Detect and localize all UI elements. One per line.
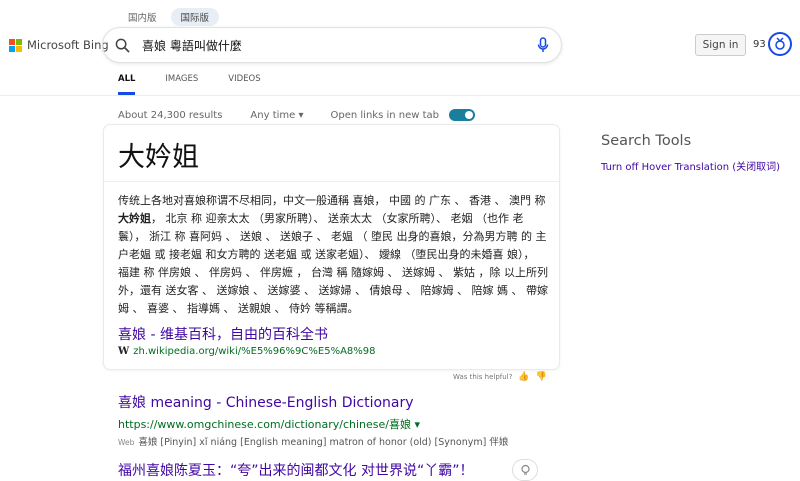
chevron-down-icon: ▾: [298, 109, 304, 121]
brand-name: Microsoft Bing: [27, 38, 109, 52]
results-meta: About 24,300 results Any time ▾ Open lin…: [118, 109, 476, 121]
result-title[interactable]: 福州喜娘陈夏玉：“夸”出来的闽都文化 对世界说“丫霸”！: [118, 460, 473, 480]
tab-images[interactable]: IMAGES: [165, 74, 198, 95]
web-label: Web: [118, 438, 135, 447]
bing-logo[interactable]: Microsoft Bing: [9, 38, 109, 52]
answer-body: 传统上各地对喜娘称谓不尽相同，中文一般通稱 喜娘， 中國 的 广东 、 香港 、…: [118, 194, 548, 315]
scope-tabs: ALL IMAGES VIDEOS: [118, 74, 261, 95]
result-item: 福州喜娘陈夏玉：“夸”出来的闽都文化 对世界说“丫霸”！: [118, 460, 473, 480]
search-icon[interactable]: [115, 38, 130, 53]
rewards-medal-icon[interactable]: [768, 32, 792, 56]
helpful-feedback: Was this helpful? 👍 👎: [453, 372, 547, 382]
result-title[interactable]: 喜娘 meaning - Chinese-English Dictionary: [118, 392, 508, 412]
helpful-label: Was this helpful?: [453, 373, 513, 381]
result-url[interactable]: https://www.omgchinese.com/dictionary/ch…: [118, 416, 508, 432]
search-box[interactable]: [103, 28, 561, 62]
header-divider: [0, 95, 800, 96]
anytime-filter[interactable]: Any time ▾: [250, 110, 303, 121]
answer-source-link[interactable]: 喜娘 - 维基百科，自由的百科全书: [118, 324, 328, 344]
tab-videos[interactable]: VIDEOS: [228, 74, 260, 95]
result-item: 喜娘 meaning - Chinese-English Dictionary …: [118, 392, 508, 448]
region-tab-domestic[interactable]: 国内版: [118, 8, 167, 26]
tab-all[interactable]: ALL: [118, 74, 136, 95]
microphone-icon[interactable]: [537, 37, 549, 53]
thumbs-up-icon[interactable]: 👍: [518, 372, 529, 382]
answer-card: 大妗姐 传统上各地对喜娘称谓不尽相同，中文一般通稱 喜娘， 中國 的 广东 、 …: [104, 125, 559, 369]
rewards-count[interactable]: 93: [753, 39, 766, 50]
thumbs-down-icon[interactable]: 👎: [536, 372, 547, 382]
lightbulb-icon[interactable]: [512, 459, 538, 481]
card-divider: [104, 181, 559, 182]
open-links-toggle[interactable]: [449, 109, 476, 121]
search-input[interactable]: [142, 38, 537, 52]
result-snippet: Web 喜娘 [Pinyin] xǐ niáng [English meaning…: [118, 437, 509, 448]
region-tab-international[interactable]: 国际版: [170, 8, 220, 26]
signin-button[interactable]: Sign in: [695, 34, 746, 56]
region-tabs: 国内版 国际版: [118, 8, 220, 26]
answer-title: 大妗姐: [118, 142, 199, 173]
results-count: About 24,300 results: [118, 109, 223, 121]
wikipedia-icon: W: [118, 346, 130, 357]
search-tools-title: Search Tools: [601, 133, 692, 149]
microsoft-logo-icon: [9, 38, 22, 52]
answer-source-url[interactable]: W zh.wikipedia.org/wiki/%E5%96%9C%E5%A8%…: [118, 346, 376, 357]
hover-translation-link[interactable]: Turn off Hover Translation (关闭取词): [601, 158, 780, 173]
chevron-down-icon[interactable]: ▾: [415, 418, 421, 431]
open-links-label: Open links in new tab: [330, 109, 440, 121]
